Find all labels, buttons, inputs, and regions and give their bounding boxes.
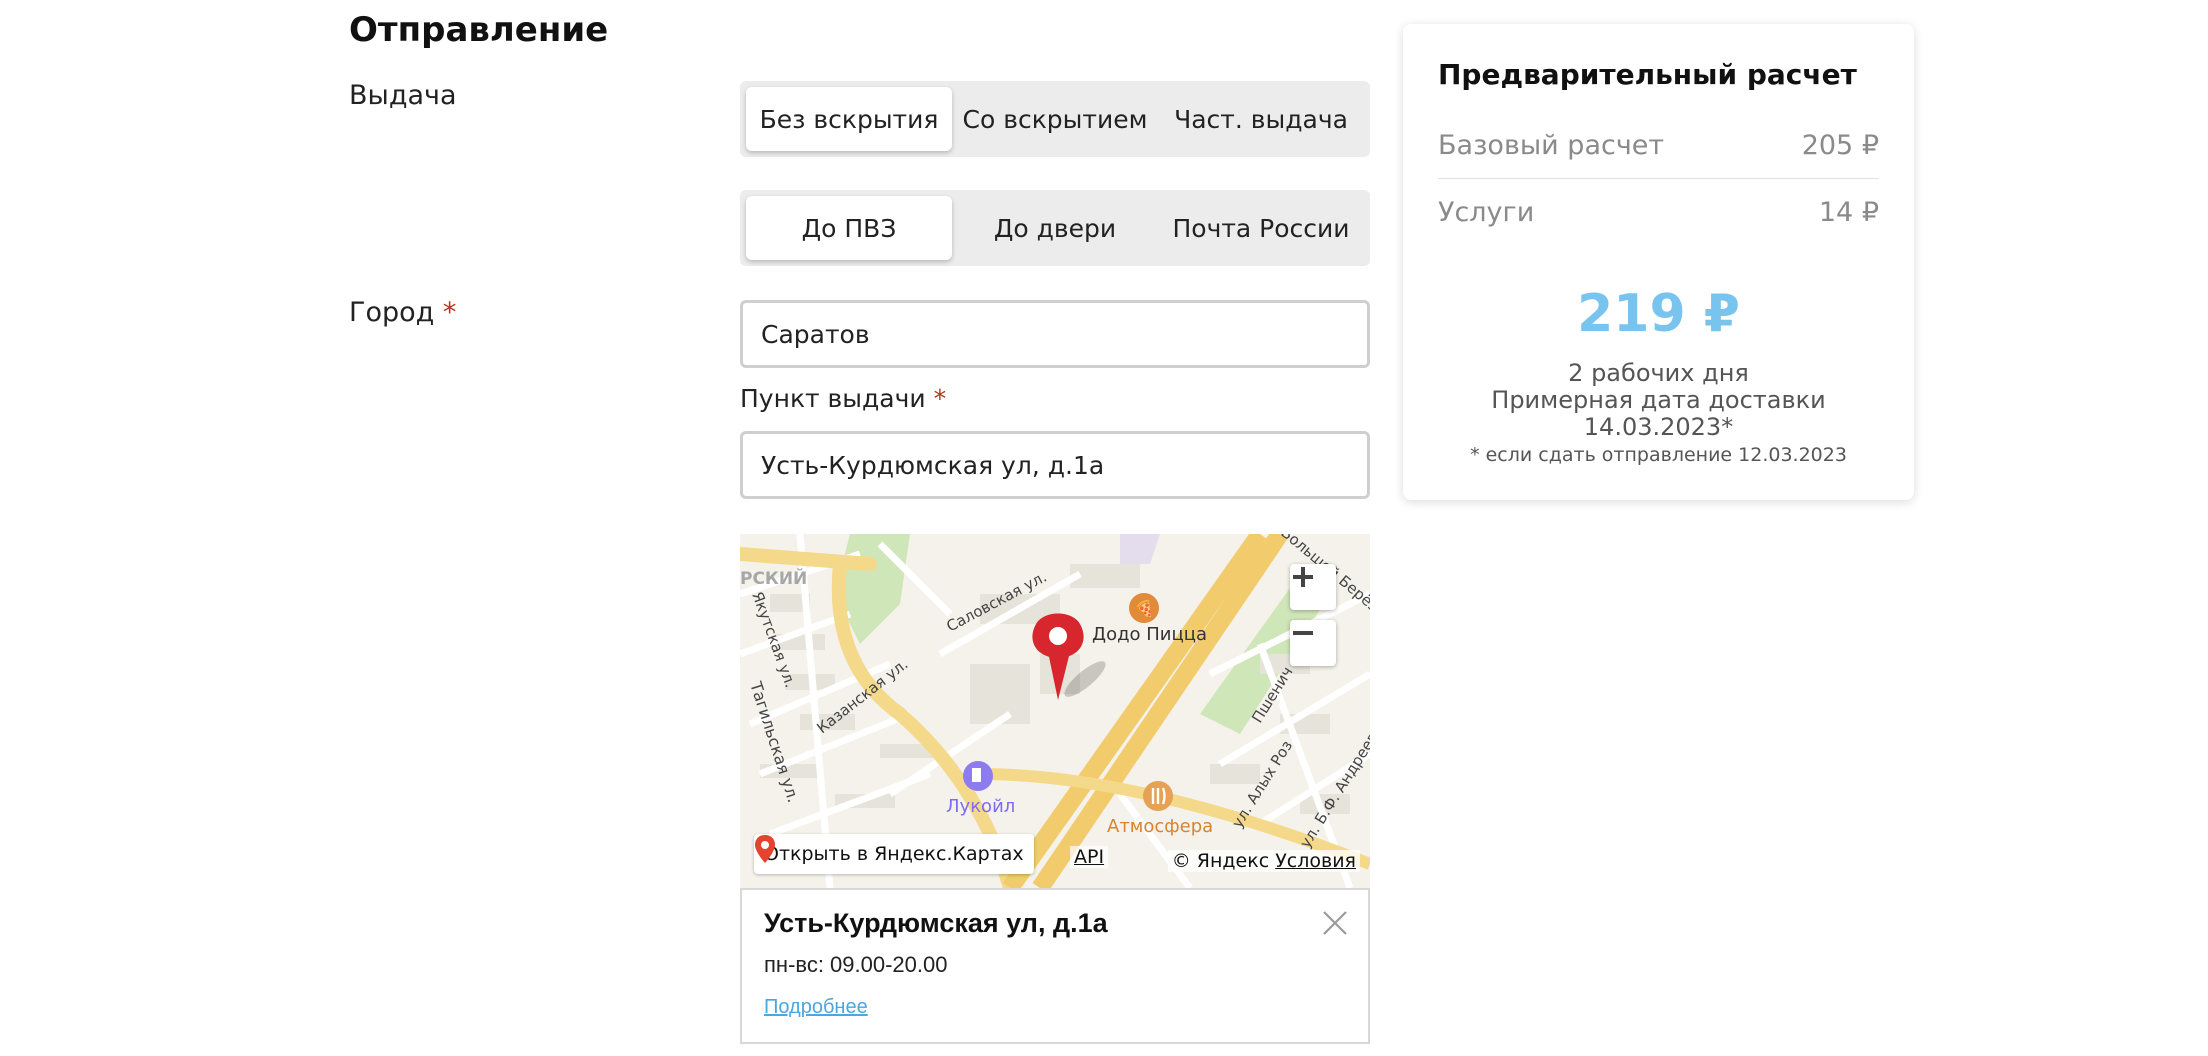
fuel-station-icon[interactable] — [963, 761, 993, 791]
terms-link[interactable]: Условия — [1275, 850, 1356, 872]
delivery-segmented-control: До ПВЗ До двери Почта России — [740, 190, 1370, 266]
poi-label-lukoil[interactable]: Лукойл — [946, 796, 1015, 817]
close-icon[interactable] — [1320, 908, 1350, 938]
restaurant-icon[interactable] — [1143, 781, 1173, 811]
open-in-yandex-maps-button[interactable]: Открыть в Яндекс.Картах — [754, 834, 1034, 874]
street-tagilskaya: Тагильская ул. — [746, 678, 803, 804]
plus-icon — [1293, 567, 1313, 587]
minus-icon — [1293, 631, 1313, 635]
district-label: РСКИЙ — [740, 567, 807, 589]
delivery-option-pvz[interactable]: До ПВЗ — [746, 196, 952, 260]
total-price: 219 ₽ — [1577, 284, 1740, 344]
poi-label-atmosfera[interactable]: Атмосфера — [1107, 816, 1213, 837]
pizza-icon[interactable]: 🍕 — [1129, 593, 1159, 623]
base-value: 205 ₽ — [1801, 129, 1879, 161]
location-pin-icon — [755, 835, 775, 863]
summary-title: Предварительный расчет — [1438, 58, 1857, 91]
api-link[interactable]: API — [1070, 846, 1109, 868]
pickup-point-label-text: Пункт выдачи — [740, 384, 926, 413]
summary-services-row: Услуги 14 ₽ — [1438, 179, 1879, 245]
open-in-yandex-label: Открыть в Яндекс.Картах — [764, 843, 1024, 865]
street-andreeva: ул. Б.Ф. Андреева — [1296, 721, 1370, 851]
delivery-option-post[interactable]: Почта России — [1158, 196, 1364, 260]
issue-option-no-opening[interactable]: Без вскрытия — [746, 87, 952, 151]
copyright-text: © Яндекс — [1171, 850, 1270, 872]
city-label: Город * — [349, 297, 456, 328]
pickup-point-balloon: Усть-Курдюмская ул, д.1а пн-вс: 09.00-20… — [740, 888, 1370, 1044]
balloon-title: Усть-Курдюмская ул, д.1а — [764, 908, 1108, 938]
base-label: Базовый расчет — [1438, 129, 1665, 161]
delivery-option-door[interactable]: До двери — [952, 196, 1158, 260]
svg-text:🍕: 🍕 — [1134, 599, 1154, 618]
poi-label-dodo[interactable]: Додо Пицца — [1092, 624, 1207, 645]
balloon-hours: пн-вс: 09.00-20.00 — [764, 952, 948, 977]
required-mark: * — [442, 297, 457, 328]
map-copyright: © Яндекс Условия — [1167, 850, 1360, 872]
city-input[interactable] — [740, 300, 1370, 368]
balloon-more-link[interactable]: Подробнее — [764, 996, 868, 1019]
delivery-date-value: 14.03.2023* — [1583, 413, 1734, 441]
delivery-footnote: * если сдать отправление 12.03.2023 — [1470, 444, 1847, 466]
delivery-date-label: Примерная дата доставки — [1491, 386, 1826, 414]
section-title: Отправление — [349, 10, 609, 50]
issue-label: Выдача — [349, 80, 457, 111]
price-summary-card: Предварительный расчет Базовый расчет 20… — [1403, 24, 1914, 500]
services-value: 14 ₽ — [1818, 196, 1879, 228]
pickup-point-label: Пункт выдачи * — [740, 384, 946, 413]
map-widget[interactable]: РСКИЙ Якутская ул. Саловская ул. Казанск… — [740, 534, 1370, 888]
issue-option-partial[interactable]: Част. выдача — [1158, 87, 1364, 151]
services-label: Услуги — [1438, 196, 1535, 228]
issue-segmented-control: Без вскрытия Со вскрытием Част. выдача — [740, 81, 1370, 157]
delivery-days: 2 рабочих дня — [1568, 359, 1749, 387]
required-mark: * — [933, 384, 947, 413]
pickup-point-input[interactable] — [740, 431, 1370, 499]
zoom-out-button[interactable] — [1290, 620, 1336, 666]
zoom-in-button[interactable] — [1290, 564, 1336, 610]
city-label-text: Город — [349, 297, 435, 328]
summary-base-row: Базовый расчет 205 ₽ — [1438, 112, 1879, 178]
issue-option-with-opening[interactable]: Со вскрытием — [952, 87, 1158, 151]
